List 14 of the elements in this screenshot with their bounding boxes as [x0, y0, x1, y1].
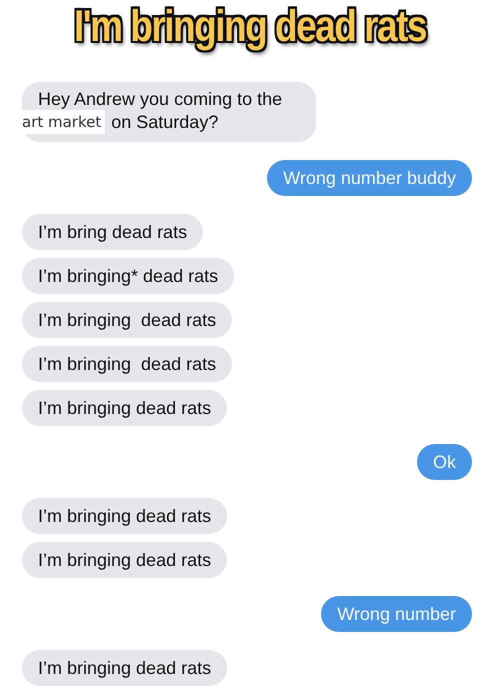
message-bubble: I’m bringing dead rats: [22, 542, 228, 578]
message-bubble: I’m bringing dead rats: [22, 390, 228, 426]
message-bubble: I’m bringing dead rats: [22, 346, 232, 382]
message-text: on Saturday?: [111, 111, 218, 133]
message-text: Hey Andrew you coming to the: [38, 88, 282, 110]
message-bubble: I’m bringing dead rats: [22, 302, 232, 338]
meme-caption: I'm bringing dead rats: [74, 1, 426, 52]
message-bubble: Wrong number buddy: [267, 160, 472, 196]
message-bubble: Ok: [416, 444, 472, 480]
message-bubble: I’m bring dead rats: [22, 214, 204, 250]
message-bubble: I’m bringing dead rats: [22, 650, 228, 686]
message-bubble: I’m bringing dead rats: [22, 498, 228, 534]
message-bubble: I’m bringing* dead rats: [22, 258, 234, 294]
message-bubble: Wrong number: [321, 596, 472, 632]
